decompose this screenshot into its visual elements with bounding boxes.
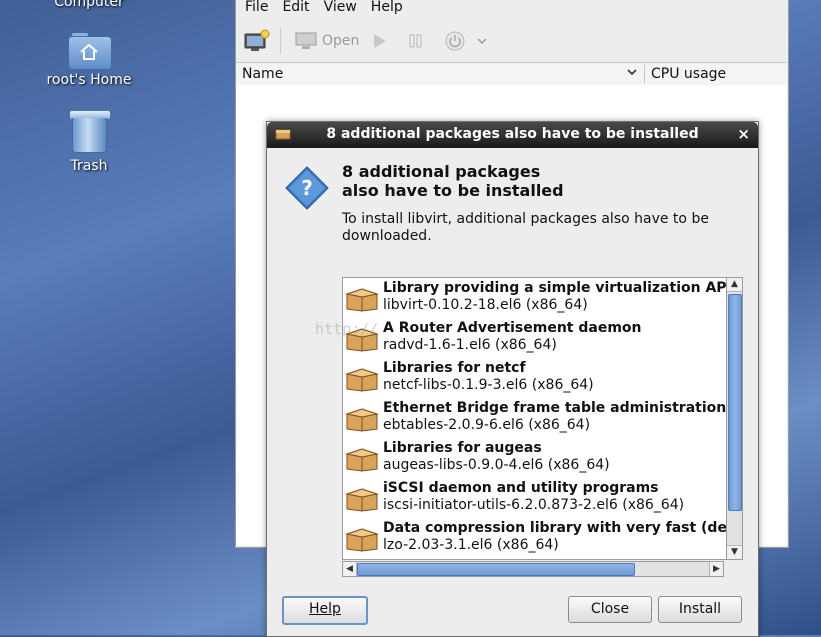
package-version: ebtables-2.0.9-6.el6 (x86_64) (383, 417, 591, 433)
new-vm-button[interactable] (244, 29, 270, 53)
help-button-label: Help (309, 601, 341, 617)
new-vm-icon (244, 29, 270, 51)
column-dropdown-icon[interactable] (626, 66, 638, 82)
scroll-left-icon[interactable]: ◀ (343, 562, 357, 576)
install-button-label: Install (678, 601, 722, 617)
package-title: Libraries for augeas (383, 440, 542, 456)
help-button[interactable]: Help (282, 596, 368, 625)
open-button[interactable]: Open (295, 32, 359, 50)
menu-edit[interactable]: Edit (282, 0, 309, 18)
vm-list-header: Name CPU usage (236, 62, 787, 86)
toolbar: Open (236, 22, 788, 60)
column-name[interactable]: Name (242, 66, 283, 82)
home-label: root's Home (46, 72, 132, 88)
dialog-description: To install libvirt, additional packages … (342, 211, 709, 244)
close-button-label: Close (590, 601, 630, 617)
package-box-icon (345, 526, 379, 556)
pause-icon (409, 34, 422, 48)
vertical-scrollbar[interactable]: ▲ ▼ (726, 277, 743, 560)
horizontal-scrollbar[interactable]: ◀ ▶ (342, 561, 724, 577)
package-box-icon (345, 366, 379, 396)
question-icon: ? (285, 166, 329, 214)
package-row[interactable]: Libraries for netcf netcf-libs-0.1.9-3.el… (343, 358, 723, 398)
package-row[interactable]: A Router Advertisement daemon radvd-1.6-1… (343, 318, 723, 358)
desktop-icon-computer[interactable]: Computer (34, 0, 144, 10)
package-title: Ethernet Bridge frame table administrati… (383, 400, 727, 416)
package-row[interactable]: iSCSI daemon and utility programs iscsi-i… (343, 478, 723, 518)
scroll-up-icon[interactable]: ▲ (727, 278, 742, 292)
package-title: A Router Advertisement daemon (383, 320, 642, 336)
trash-icon (69, 110, 111, 154)
close-icon[interactable]: × (737, 125, 750, 143)
scroll-down-icon[interactable]: ▼ (727, 545, 742, 559)
dialog-heading: 8 additional packages also have to be in… (342, 162, 564, 200)
package-row[interactable]: Data compression library with very fast … (343, 518, 726, 558)
shutdown-button[interactable] (445, 31, 465, 51)
monitor-icon (295, 32, 317, 49)
package-title: iSCSI daemon and utility programs (383, 480, 659, 496)
package-version: iscsi-initiator-utils-6.2.0.873-2.el6 (x… (383, 497, 685, 513)
menubar: File Edit View Help (236, 0, 797, 18)
desktop-icon-trash[interactable]: Trash (34, 110, 144, 174)
home-folder-icon (68, 30, 112, 70)
toolbar-separator (280, 28, 281, 54)
package-version: augeas-libs-0.9.0-4.el6 (x86_64) (383, 457, 610, 473)
package-box-icon (345, 446, 379, 476)
shutdown-menu-button[interactable] (477, 37, 487, 45)
play-icon (374, 34, 387, 48)
watermark: http:// (315, 320, 379, 338)
vertical-scroll-thumb[interactable] (728, 294, 742, 511)
power-icon (445, 31, 465, 51)
package-title: Data compression library with very fast … (383, 520, 727, 536)
pause-button[interactable] (409, 34, 423, 48)
computer-label: Computer (54, 0, 124, 10)
chevron-down-icon (477, 38, 487, 45)
install-button[interactable]: Install (658, 596, 742, 623)
package-version: libvirt-0.10.2-18.el6 (x86_64) (383, 297, 588, 313)
svg-text:?: ? (301, 176, 313, 200)
run-button[interactable] (373, 33, 387, 49)
menu-view[interactable]: View (324, 0, 357, 18)
menu-file[interactable]: File (245, 0, 268, 18)
package-rows: Library providing a simple virtualizatio… (343, 278, 726, 558)
column-cpu-usage[interactable]: CPU usage (651, 66, 726, 82)
package-list[interactable]: Library providing a simple virtualizatio… (342, 277, 727, 560)
dialog-title: 8 additional packages also have to be in… (326, 126, 699, 142)
open-label: Open (322, 33, 360, 49)
package-title: Library providing a simple virtualizatio… (383, 280, 727, 296)
dialog-titlebar[interactable]: 8 additional packages also have to be in… (267, 122, 758, 148)
close-button[interactable]: Close (568, 596, 652, 623)
package-version: netcf-libs-0.1.9-3.el6 (x86_64) (383, 377, 594, 393)
dialog-heading-line1: 8 additional packages (342, 162, 541, 181)
package-box-icon (345, 286, 379, 316)
package-version: radvd-1.6-1.el6 (x86_64) (383, 337, 557, 353)
package-version: lzo-2.03-3.1.el6 (x86_64) (383, 537, 559, 553)
package-row[interactable]: Library providing a simple virtualizatio… (343, 278, 726, 318)
package-title: Libraries for netcf (383, 360, 526, 376)
package-row[interactable]: Libraries for augeas augeas-libs-0.9.0-4.… (343, 438, 723, 478)
scroll-right-icon[interactable]: ▶ (709, 562, 723, 576)
dialog-heading-line2: also have to be installed (342, 181, 564, 200)
install-packages-dialog: 8 additional packages also have to be in… (266, 121, 759, 637)
desktop-icon-home[interactable]: root's Home (34, 30, 144, 88)
horizontal-scroll-thumb[interactable] (357, 563, 635, 576)
package-box-icon (345, 406, 379, 436)
column-separator (644, 65, 645, 83)
trash-label: Trash (70, 158, 108, 174)
package-row[interactable]: Ethernet Bridge frame table administrati… (343, 398, 726, 438)
menu-help[interactable]: Help (371, 0, 403, 18)
package-box-icon (345, 486, 379, 516)
